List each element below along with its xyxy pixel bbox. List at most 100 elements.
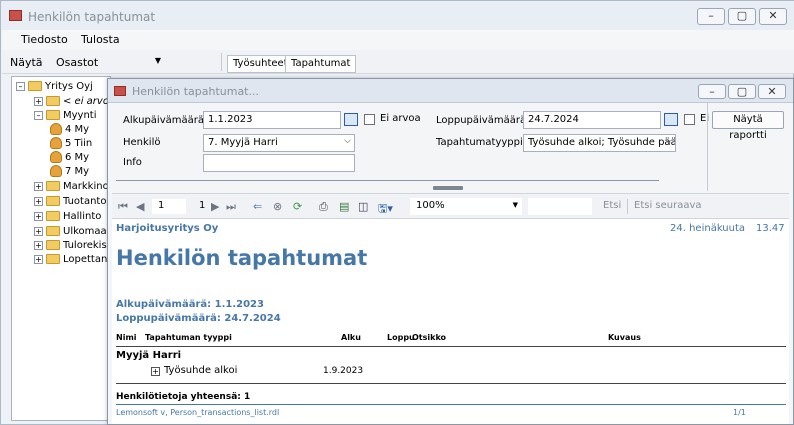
tree-node[interactable]: 4 My: [50, 123, 89, 137]
header-heading: Otsikko: [412, 333, 447, 342]
report-title: Henkilön tapahtumat: [116, 246, 368, 270]
footer-left: Lemonsoft v, Person_transactions_list.rd…: [116, 408, 280, 417]
tree-node-label: 6 My: [65, 152, 90, 163]
stop-icon[interactable]: ⊗: [273, 200, 282, 213]
find-next-button[interactable]: Etsi seuraava: [634, 200, 702, 211]
calendar-icon[interactable]: [664, 113, 678, 126]
end-date-value: 24.7.2024: [528, 114, 579, 125]
collapse-icon[interactable]: –: [34, 110, 43, 120]
show-select-value: Osastot: [56, 56, 99, 69]
search-input[interactable]: [528, 198, 592, 215]
close-button[interactable]: ✕: [759, 8, 787, 25]
refresh-icon[interactable]: ⟳: [293, 200, 302, 213]
page-number-input[interactable]: 1: [152, 199, 186, 214]
tree-node[interactable]: – Myynti: [34, 109, 97, 123]
report-window-icon: [114, 86, 126, 96]
end-date-label: Loppupäivämäärä: [436, 115, 527, 126]
header-rule: [116, 346, 786, 347]
expand-icon[interactable]: +: [34, 196, 43, 206]
report-maximize-button[interactable]: ▢: [728, 84, 756, 99]
chevron-down-icon: ▼: [512, 201, 518, 209]
back-icon[interactable]: ⇐: [253, 200, 262, 213]
page-current: 1: [158, 200, 165, 211]
menu-print[interactable]: Tulosta: [81, 33, 120, 46]
person-group: Myyjä Harri: [116, 350, 182, 361]
end-date-line: Loppupäivämäärä: 24.7.2024: [116, 313, 281, 324]
tree-node-label: 5 Tiin: [65, 138, 93, 149]
first-page-icon[interactable]: ⏮: [118, 200, 128, 214]
expand-icon[interactable]: +: [34, 240, 43, 250]
collapse-icon[interactable]: –: [16, 81, 25, 91]
toolbar-separator: [221, 53, 222, 71]
page-setup-icon[interactable]: ◫: [358, 200, 368, 213]
tree-node-label: < ei arvoa: [63, 96, 111, 107]
form-separator: [707, 103, 708, 191]
print-layout-icon[interactable]: ▤: [339, 200, 349, 213]
tree-root-label: Yritys Oyj: [45, 81, 93, 92]
header-description: Kuvaus: [608, 333, 641, 342]
window-title: Henkilön tapahtumat: [28, 10, 156, 24]
person-icon: [50, 151, 62, 163]
zoom-value: 100%: [416, 200, 445, 211]
start-date-field[interactable]: 1.1.2023: [203, 111, 341, 129]
tab-events[interactable]: Tapahtumat: [285, 55, 357, 73]
last-page-icon[interactable]: ⏭: [226, 200, 236, 214]
tree-root[interactable]: – Yritys Oyj: [16, 80, 93, 94]
zoom-select[interactable]: 100% ▼: [410, 198, 522, 215]
person-select[interactable]: 7. Myyjä Harri ⌵: [203, 134, 355, 152]
organization-tree[interactable]: – Yritys Oyj + < ei arvoa – Myynti 4 My 5 Tiin…: [11, 76, 111, 421]
expand-icon[interactable]: +: [34, 211, 43, 221]
report-minimize-button[interactable]: –: [698, 84, 726, 99]
expand-icon[interactable]: +: [34, 96, 43, 106]
show-select[interactable]: Osastot ▼: [50, 53, 165, 71]
tree-node[interactable]: 5 Tiin: [50, 137, 92, 151]
calendar-icon[interactable]: [344, 113, 358, 126]
tree-node[interactable]: + Tulorekis: [34, 239, 107, 253]
person-icon: [50, 165, 62, 177]
tree-node-label: Myynti: [63, 110, 97, 121]
folder-icon: [46, 226, 60, 236]
end-no-value-checkbox[interactable]: [684, 114, 695, 125]
print-icon[interactable]: ⎙: [319, 200, 328, 214]
find-separator: [627, 199, 628, 214]
info-field[interactable]: [203, 154, 355, 172]
menu-file[interactable]: Tiedosto: [21, 33, 68, 46]
header-type: Tapahtuman tyyppi: [145, 333, 232, 342]
next-page-icon[interactable]: ▶: [211, 200, 219, 213]
folder-icon: [46, 110, 60, 120]
report-close-button[interactable]: ✕: [758, 84, 786, 99]
minimize-button[interactable]: –: [697, 8, 725, 25]
page-total: 1: [199, 200, 206, 211]
event-type-select[interactable]: Työsuhde alkoi; Työsuhde pää ⌵: [523, 134, 676, 152]
tree-node[interactable]: + Hallinto: [34, 210, 101, 224]
no-value-checkbox[interactable]: [364, 114, 375, 125]
report-window: Henkilön tapahtumat... – ▢ ✕ Alkupäivämä…: [107, 78, 794, 425]
tree-node[interactable]: 6 My: [50, 151, 89, 165]
expand-icon[interactable]: +: [34, 254, 43, 264]
tree-node[interactable]: + Markkino: [34, 180, 109, 194]
end-date-field[interactable]: 24.7.2024: [523, 111, 661, 129]
folder-icon: [46, 181, 60, 191]
report-date: 24. heinäkuuta: [670, 223, 746, 234]
tree-node[interactable]: + Lopettan: [34, 253, 107, 267]
folder-icon: [46, 211, 60, 221]
splitter-handle[interactable]: [433, 186, 463, 190]
tree-node-label: Hallinto: [63, 211, 102, 222]
chevron-down-icon: ▼: [154, 56, 161, 65]
person-icon: [50, 123, 62, 135]
tree-node[interactable]: + Tuotanto: [34, 195, 106, 209]
tree-node[interactable]: + Ulkomaa: [34, 225, 107, 239]
maximize-button[interactable]: ▢: [728, 8, 756, 25]
prev-page-icon[interactable]: ◀: [136, 200, 144, 213]
tree-node-label: Tulorekis: [63, 240, 107, 251]
find-button[interactable]: Etsi: [603, 200, 621, 211]
show-report-button[interactable]: Näytä raportti: [712, 111, 784, 141]
expand-icon[interactable]: +: [151, 367, 160, 376]
expand-icon[interactable]: +: [34, 181, 43, 191]
header-name: Nimi: [116, 333, 137, 342]
tab-employments[interactable]: Työsuhteet: [227, 55, 294, 73]
export-icon[interactable]: 🖫▾: [378, 200, 393, 219]
tree-node[interactable]: + < ei arvoa: [34, 95, 111, 109]
expand-icon[interactable]: +: [34, 226, 43, 236]
tree-node[interactable]: 7 My: [50, 165, 89, 179]
